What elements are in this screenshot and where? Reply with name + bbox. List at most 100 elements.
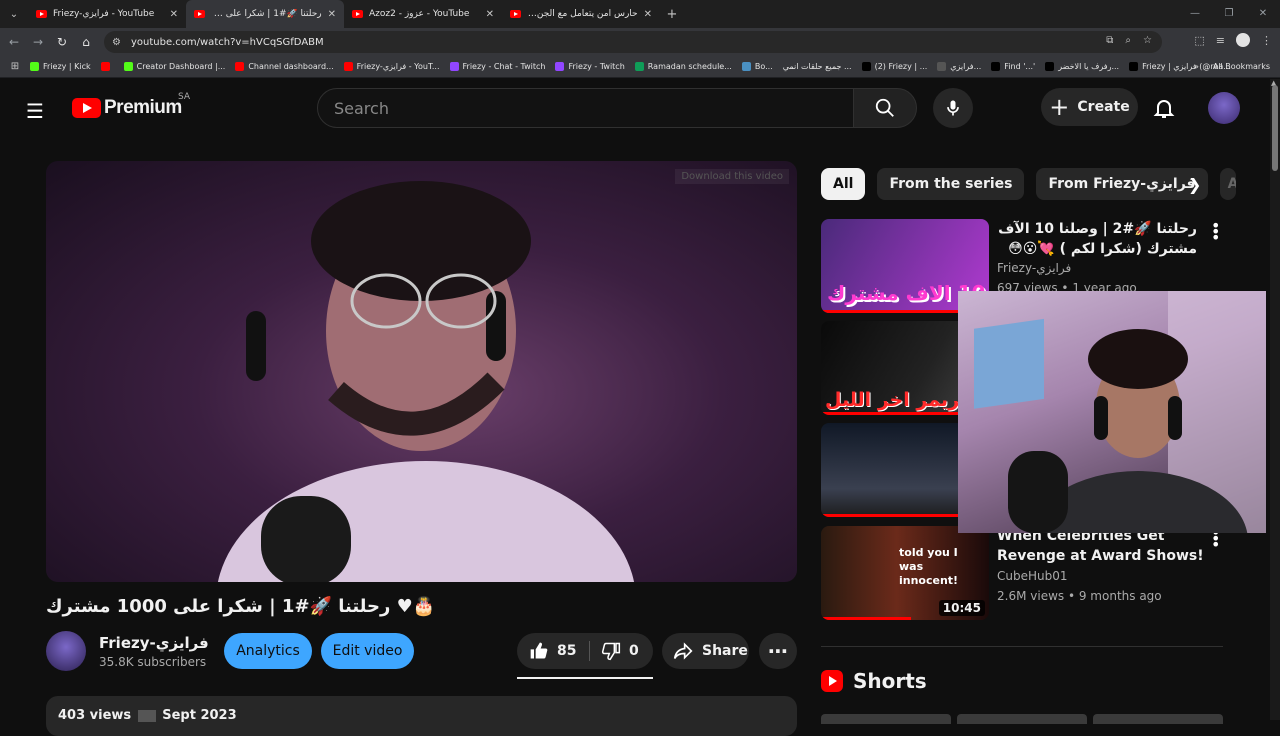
bookmark-favicon-icon: [861, 62, 871, 71]
reading-list-icon[interactable]: ≡: [1216, 34, 1225, 47]
browser-tab-active[interactable]: رحلتنا 🚀#1 | شكرا على 1000 مش ✕: [186, 0, 344, 28]
tab-close-icon[interactable]: ✕: [486, 9, 494, 20]
bookmark-item[interactable]: Friezy-فرايزي - YouT...: [343, 62, 440, 71]
bookmark-item[interactable]: Find '...': [991, 62, 1035, 71]
edit-video-button[interactable]: Edit video: [321, 633, 414, 669]
bookmark-item[interactable]: Ramadan schedule...: [634, 62, 732, 71]
browser-tab[interactable]: Friezy-فرايزي - YouTube ✕: [28, 0, 186, 28]
create-label: Create: [1077, 99, 1130, 115]
short-thumbnail[interactable]: [1093, 714, 1223, 724]
tab-search-icon[interactable]: ⌄: [0, 0, 28, 28]
home-icon[interactable]: ⌂: [74, 35, 98, 49]
recommendation-channel[interactable]: Friezy-فرايزي: [997, 261, 1071, 275]
chip-from-series[interactable]: From the series: [877, 168, 1025, 200]
thumbnail[interactable]: told you I was innocent! 10:45: [821, 526, 989, 620]
webcam-image: [974, 291, 1266, 533]
browser-tab[interactable]: حارس امن يتعامل مع الجن والعفا ✕: [502, 0, 660, 28]
browser-menu-icon[interactable]: ⋮: [1261, 34, 1272, 47]
page-scrollbar[interactable]: ▲: [1270, 79, 1280, 720]
tab-close-icon[interactable]: ✕: [644, 9, 652, 20]
bookmark-item[interactable]: (2) Friezy | ...: [861, 62, 927, 71]
create-button[interactable]: + Create: [1041, 88, 1138, 126]
profile-avatar[interactable]: [1236, 33, 1250, 47]
address-bar[interactable]: ⚙ youtube.com/watch?v=hVCqSGfDABM ⧉ ⌕ ☆: [104, 31, 1162, 53]
notifications-bell-icon[interactable]: [1152, 96, 1176, 124]
bookmark-item[interactable]: فرايزي...: [937, 62, 981, 71]
bookmark-item[interactable]: رفرف يا الاخضر...: [1045, 62, 1119, 71]
recommendation-title[interactable]: رحلتنا 🚀#2 | وصلنا 10 الآف مشترك (شكرا ل…: [997, 219, 1197, 259]
share-label: Share: [702, 643, 748, 659]
site-info-icon[interactable]: ⚙: [112, 37, 121, 48]
country-code: SA: [178, 92, 191, 102]
tab-close-icon[interactable]: ✕: [328, 9, 336, 20]
upload-date: Sept 2023: [162, 708, 237, 723]
bookmark-label: Friezy - Twitch: [568, 62, 625, 71]
like-count: 85: [557, 643, 577, 659]
short-thumbnail[interactable]: [957, 714, 1087, 724]
view-count: 403 views: [58, 708, 132, 723]
menu-icon[interactable]: ☰: [26, 99, 44, 123]
account-avatar[interactable]: [1208, 92, 1240, 124]
close-window-icon[interactable]: ✕: [1246, 0, 1280, 28]
thumbs-down-icon: [601, 642, 621, 661]
video-player[interactable]: Download this video: [46, 161, 797, 582]
forward-icon[interactable]: →: [26, 35, 50, 49]
more-vertical-icon[interactable]: •••: [1211, 218, 1220, 246]
youtube-favicon-icon: [194, 10, 205, 18]
bookmark-item[interactable]: Bo...: [741, 62, 773, 71]
bookmark-item[interactable]: Friezy - Chat - Twitch: [449, 62, 546, 71]
bookmark-item[interactable]: Friezy - Twitch: [555, 62, 625, 71]
search-button[interactable]: [853, 88, 917, 128]
back-icon[interactable]: ←: [2, 35, 26, 49]
bookmark-favicon-icon: [741, 62, 751, 71]
subscriber-count: 35.8K subscribers: [99, 655, 207, 669]
video-title: 🎂♥ رحلتنا 🚀#1 | شكرا على 1000 مشترك: [46, 596, 436, 617]
chip-partial[interactable]: Ac: [1219, 168, 1236, 200]
zoom-icon[interactable]: ⌕: [1125, 35, 1131, 46]
chevron-right-icon[interactable]: ❯: [1188, 175, 1201, 194]
maximize-icon[interactable]: ❐: [1212, 0, 1246, 28]
dislike-button[interactable]: 0: [589, 641, 639, 661]
reload-icon[interactable]: ↻: [50, 35, 74, 49]
bookmark-item[interactable]: جميع حلقات انمي ...: [783, 62, 852, 71]
minimize-icon[interactable]: —: [1178, 0, 1212, 28]
install-app-icon[interactable]: ⧉: [1106, 35, 1113, 46]
all-bookmarks-button[interactable]: All Bookmarks: [1213, 62, 1270, 71]
bookmark-label: Creator Dashboard |...: [136, 62, 226, 71]
short-thumbnail[interactable]: [821, 714, 951, 724]
recommendation-item[interactable]: told you I was innocent! 10:45 When Cele…: [821, 525, 1223, 620]
new-tab-icon[interactable]: +: [660, 7, 684, 22]
bookmark-item[interactable]: [100, 62, 114, 71]
youtube-premium-logo[interactable]: Premium SA: [72, 92, 190, 119]
section-divider: [821, 646, 1223, 647]
like-separator: [589, 641, 590, 661]
tab-close-icon[interactable]: ✕: [170, 9, 178, 20]
window-controls: — ❐ ✕: [1178, 0, 1280, 28]
share-button[interactable]: Share: [662, 633, 749, 669]
like-button[interactable]: 85: [517, 641, 589, 661]
bookmark-favicon-icon: [1129, 62, 1139, 71]
bookmark-star-icon[interactable]: ☆: [1143, 35, 1152, 46]
more-actions-button[interactable]: ⋯: [759, 633, 797, 669]
channel-avatar[interactable]: [46, 631, 86, 671]
apps-grid-icon[interactable]: ⊞: [0, 61, 30, 72]
bookmark-item[interactable]: Creator Dashboard |...: [123, 62, 226, 71]
scrollbar-thumb[interactable]: [1272, 85, 1278, 171]
thumbnail-text: told you I was innocent!: [899, 546, 959, 587]
browser-tab[interactable]: Azoz2 - عزوز - YouTube ✕: [344, 0, 502, 28]
channel-name[interactable]: Friezy-فرايزي: [99, 634, 209, 652]
youtube-play-icon: [72, 98, 101, 118]
bookmark-item[interactable]: Friezy | Kick: [30, 62, 91, 71]
analytics-button[interactable]: Analytics: [224, 633, 312, 669]
chip-all[interactable]: All: [821, 168, 866, 200]
description-box[interactable]: 403 views Sept 2023: [46, 696, 797, 736]
chip-from-channel[interactable]: From Friezy-فرايزي: [1036, 168, 1208, 200]
video-frame: [217, 181, 635, 582]
extensions-icon[interactable]: ⬚: [1194, 34, 1204, 47]
bookmark-item[interactable]: Channel dashboard...: [235, 62, 334, 71]
search-input[interactable]: Search: [317, 88, 854, 128]
voice-search-button[interactable]: [933, 88, 973, 128]
bookmark-label: Friezy - Chat - Twitch: [462, 62, 546, 71]
more-bookmarks-icon[interactable]: »: [1194, 62, 1199, 71]
recommendation-channel[interactable]: CubeHub01: [997, 569, 1068, 583]
